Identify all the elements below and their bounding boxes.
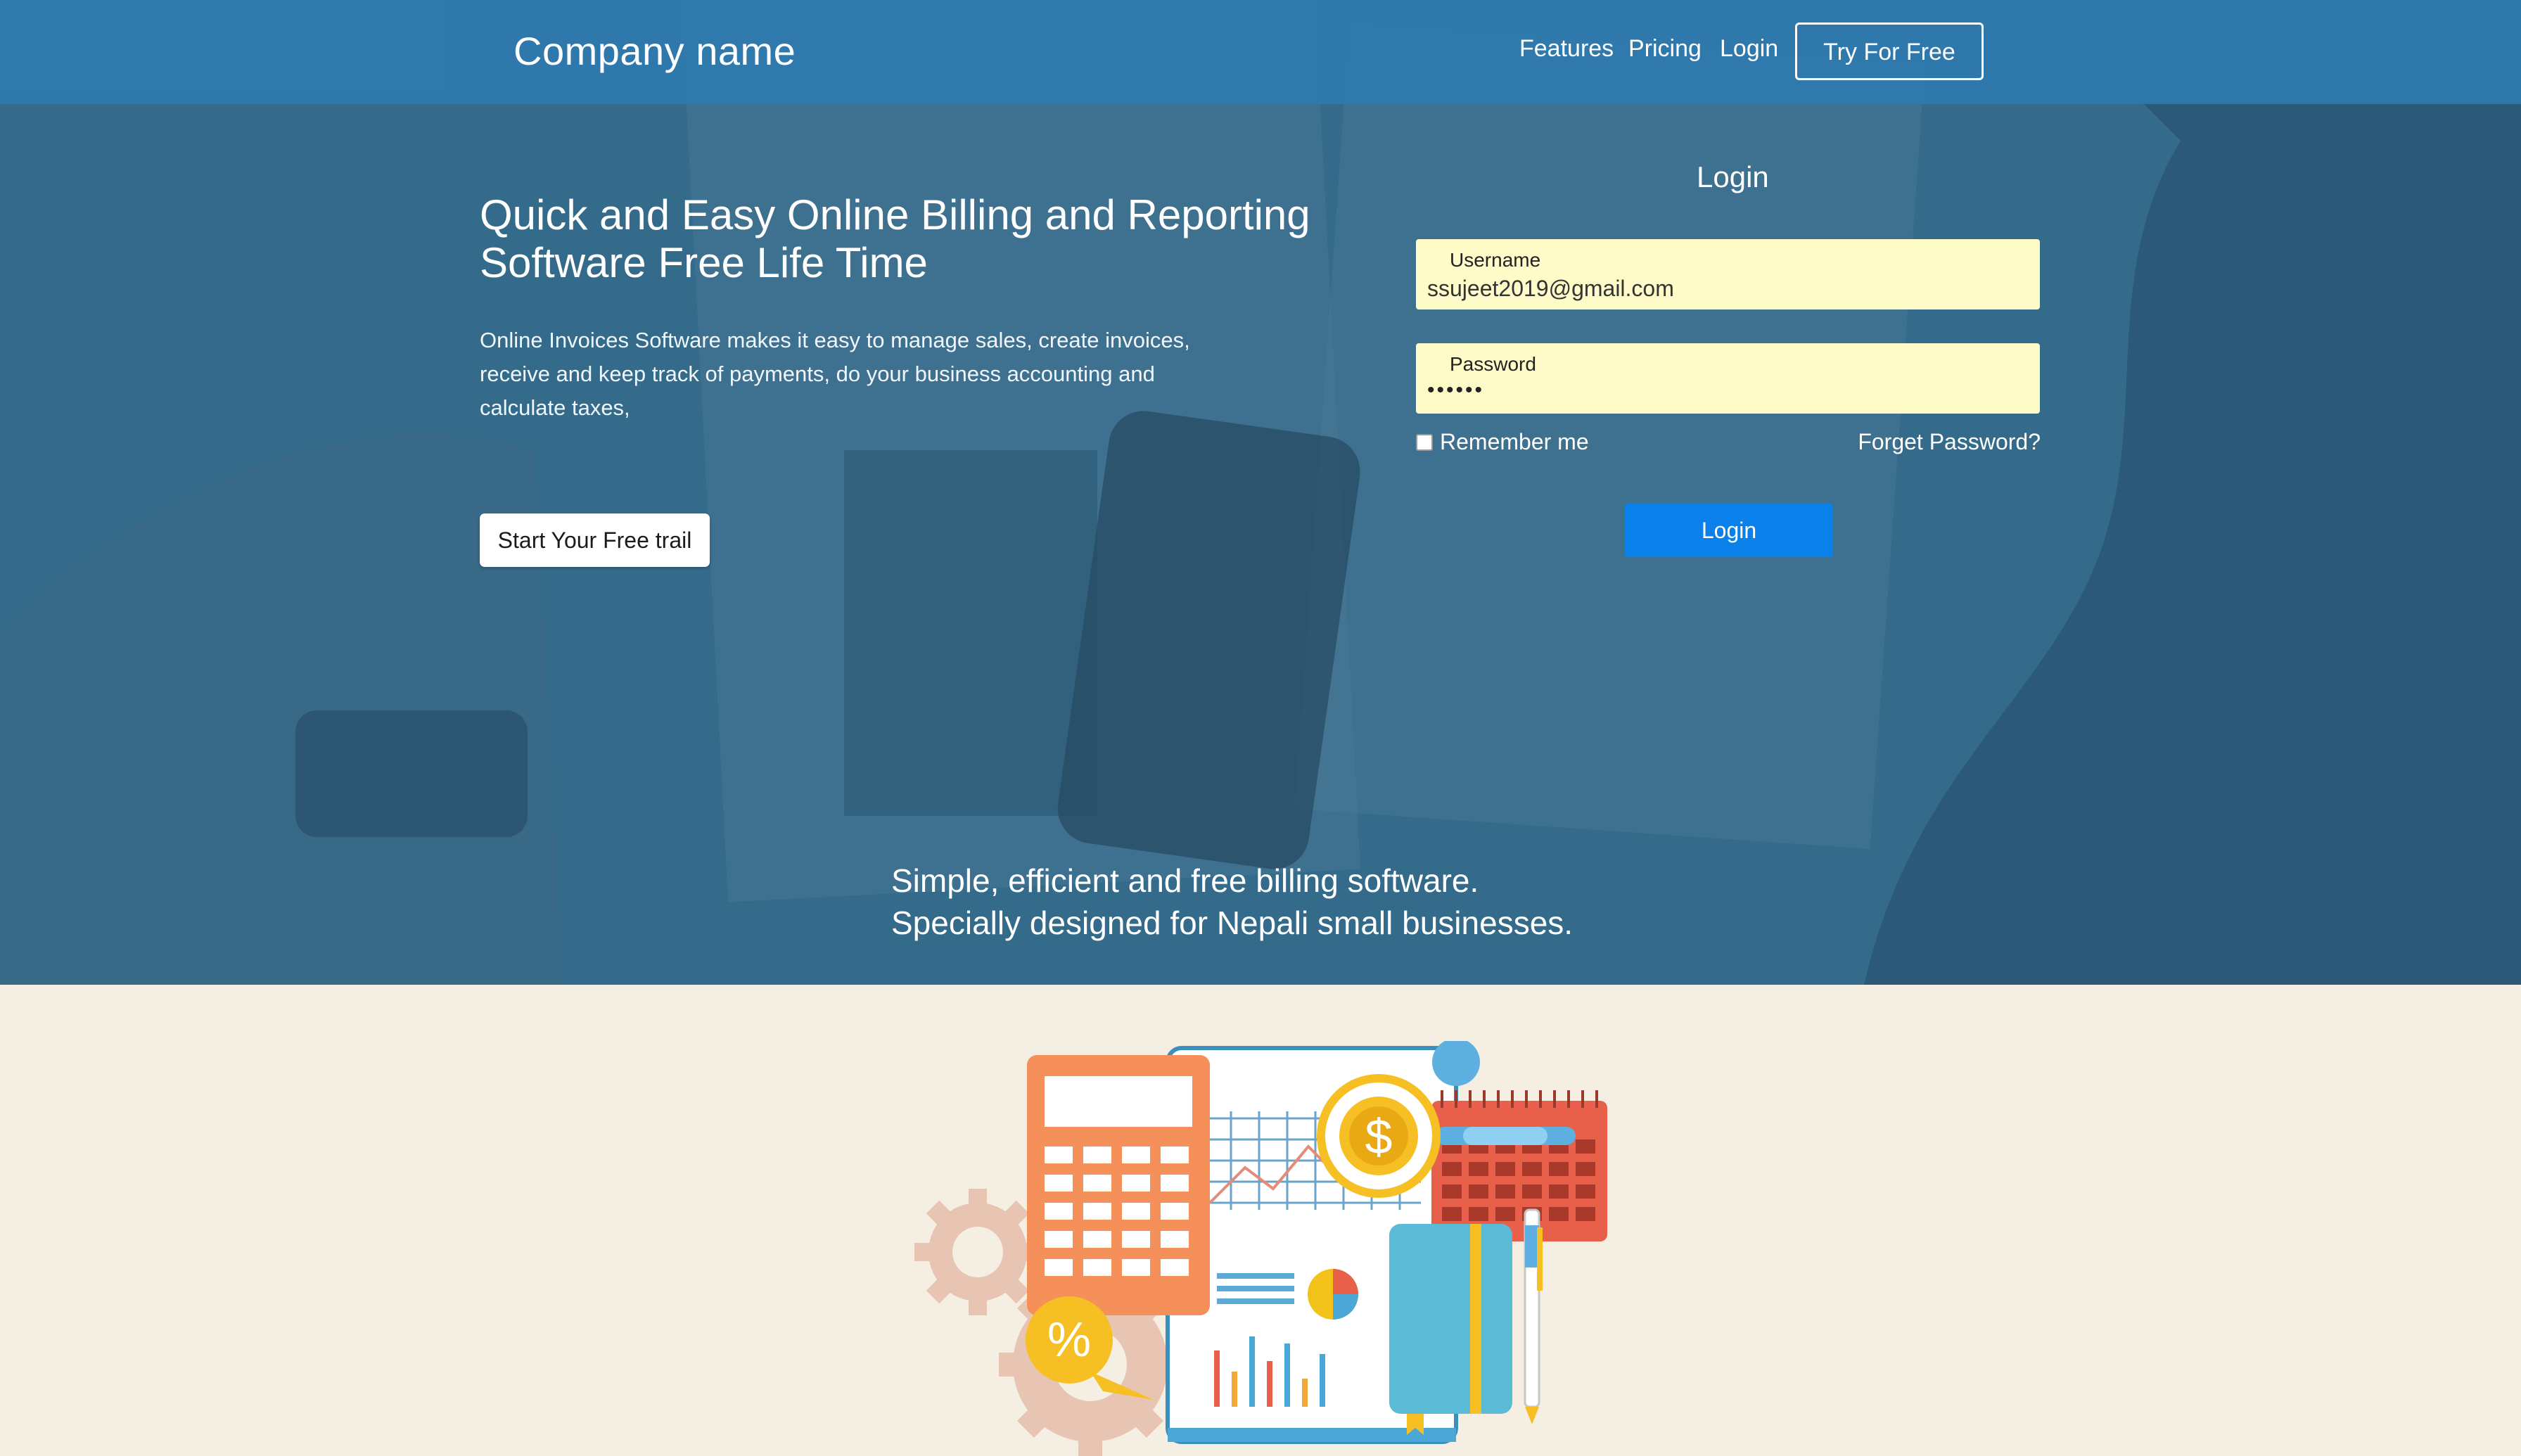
hero-headline-line: Software Free Life Time (480, 239, 928, 286)
hero-tagline-line: Simple, efficient and free billing softw… (891, 862, 1479, 899)
dollar-symbol: $ (1365, 1109, 1393, 1164)
username-value[interactable]: ssujeet2019@gmail.com (1427, 276, 1674, 302)
password-field[interactable]: Password •••••• (1416, 343, 2040, 414)
hero-tagline: Simple, efficient and free billing softw… (891, 860, 1665, 944)
navbar: Company name Features Pricing Login Try … (0, 0, 2521, 104)
remember-me-label[interactable]: Remember me (1440, 429, 1589, 455)
remember-me-checkbox[interactable] (1416, 433, 1433, 451)
try-for-free-button[interactable]: Try For Free (1795, 23, 1984, 80)
password-value[interactable]: •••••• (1427, 378, 1484, 402)
nav-login-link[interactable]: Login (1720, 35, 1778, 63)
hero-headline-line: Quick and Easy Online Billing and Report… (480, 191, 1310, 238)
calculator-icon (1027, 1055, 1210, 1315)
remember-me[interactable]: Remember me (1416, 429, 1589, 455)
forgot-password-link[interactable]: Forget Password? (1858, 429, 2041, 455)
hero-description-line: receive and keep track of payments, do y… (480, 362, 1155, 386)
nav-features-link[interactable]: Features (1519, 35, 1614, 63)
login-title: Login (1697, 160, 1769, 193)
percent-symbol: % (1047, 1312, 1091, 1367)
password-label: Password (1450, 353, 1536, 375)
hero-description: Online Invoices Software makes it easy t… (480, 324, 1225, 425)
hero-tagline-line: Specially designed for Nepali small busi… (891, 905, 1574, 941)
login-submit-button[interactable]: Login (1625, 504, 1833, 557)
gear-icon (914, 1189, 1041, 1315)
start-free-trial-button[interactable]: Start Your Free trail (480, 513, 710, 567)
nav-pricing-link[interactable]: Pricing (1628, 35, 1702, 63)
hero-description-line: Online Invoices Software makes it easy t… (480, 328, 1190, 352)
calendar-icon (1431, 1090, 1607, 1241)
username-field[interactable]: Username ssujeet2019@gmail.com (1416, 239, 2040, 309)
hero-section: Company name Features Pricing Login Try … (0, 0, 2521, 985)
billing-illustration: % $ (914, 1041, 1607, 1456)
pen-icon (1524, 1208, 1543, 1424)
notebook-icon (1389, 1224, 1512, 1435)
hero-overlay (0, 0, 2521, 985)
username-label: Username (1450, 249, 1541, 271)
brand-name[interactable]: Company name (513, 28, 796, 74)
hero-headline: Quick and Easy Online Billing and Report… (480, 191, 1324, 287)
hero-description-line: calculate taxes, (480, 395, 630, 420)
